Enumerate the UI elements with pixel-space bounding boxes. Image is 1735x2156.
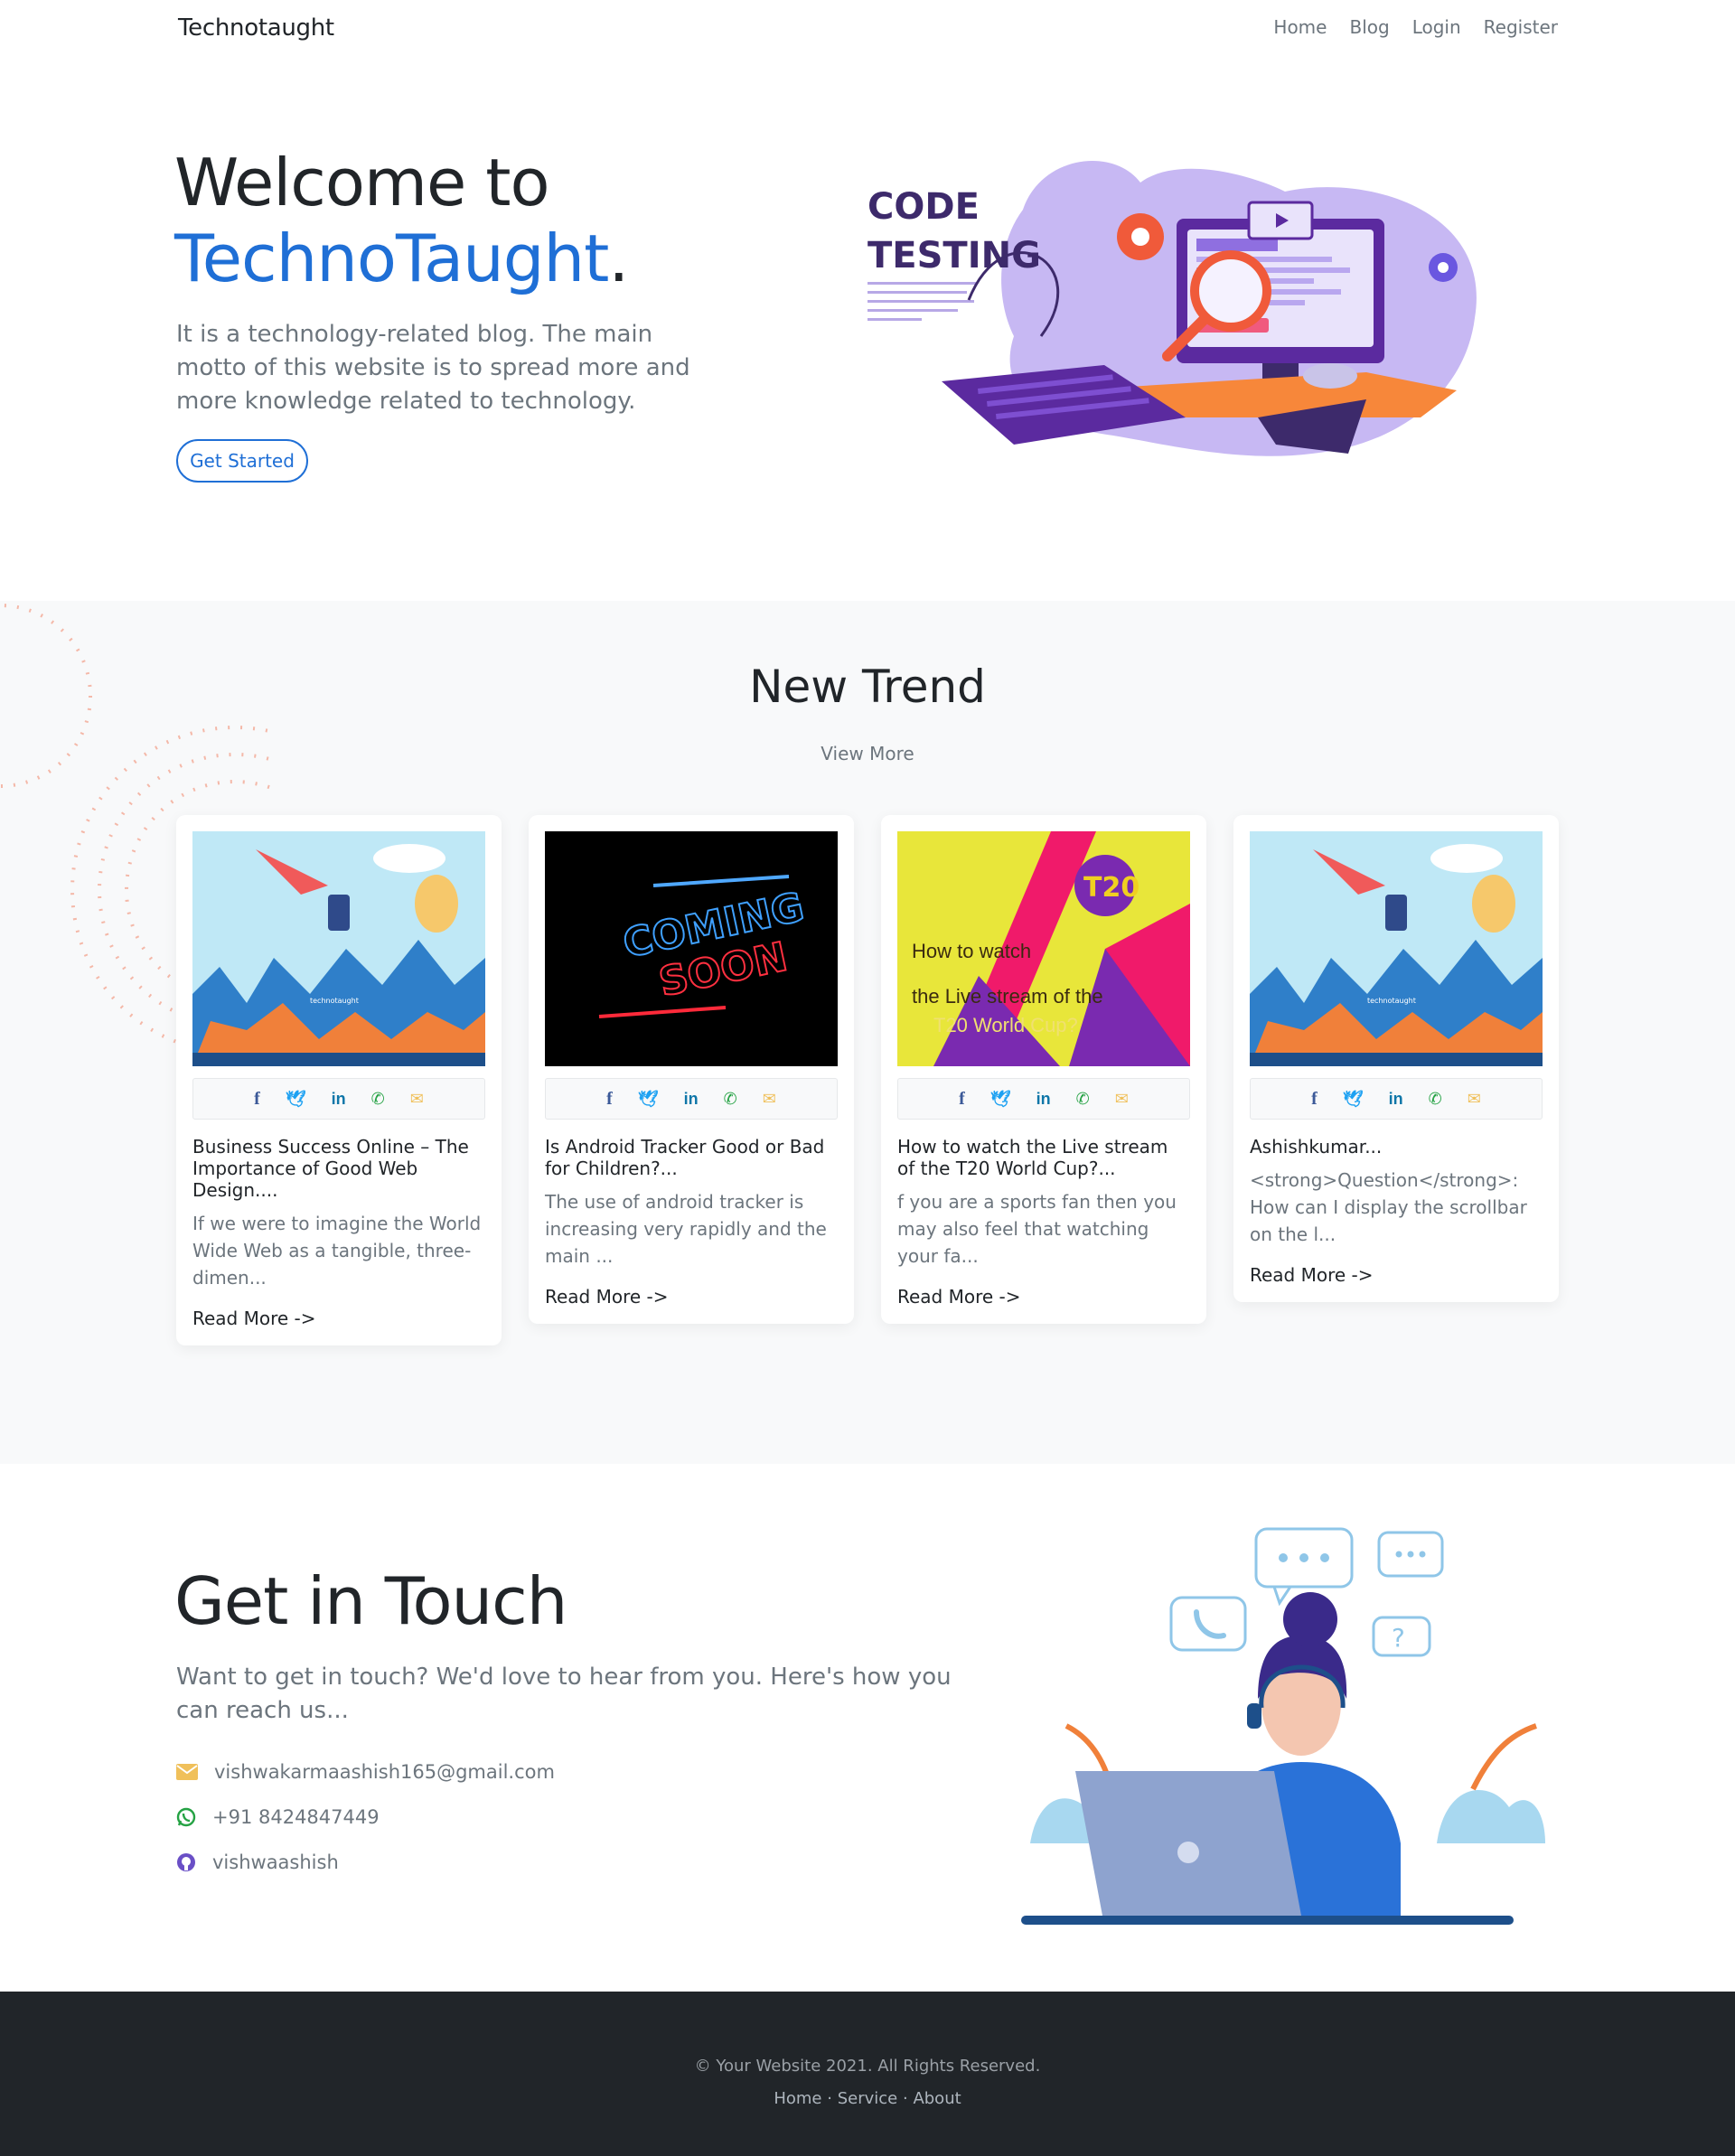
post-title[interactable]: Is Android Tracker Good or Bad for Child…: [545, 1136, 838, 1179]
support-agent-illustration: ?: [1003, 1518, 1563, 1934]
contact-email-row: vishwakarmaashish165@gmail.com: [176, 1761, 555, 1783]
contact-phone[interactable]: +91 8424847449: [212, 1806, 380, 1828]
post-card: COMING SOON f 🕊︎ in ✆ ✉ Is Android Track…: [529, 815, 854, 1324]
whatsapp-icon[interactable]: ✆: [1429, 1090, 1442, 1109]
email-icon[interactable]: ✉: [1468, 1090, 1481, 1109]
read-more-link[interactable]: Read More ->: [897, 1286, 1190, 1308]
post-title[interactable]: How to watch the Live stream of the T20 …: [897, 1136, 1190, 1179]
whatsapp-icon[interactable]: ✆: [371, 1090, 385, 1109]
thumbnail-watermark: technotaught: [1367, 997, 1416, 1005]
hero-title: Welcome to TechnoTaught.: [174, 145, 629, 296]
new-trend-section: New Trend View More technotaught f 🕊︎ in…: [0, 601, 1735, 1464]
footer-service-link[interactable]: Service: [838, 2089, 898, 2108]
nav-links: Home Blog Login Register: [1273, 16, 1558, 38]
post-thumbnail[interactable]: T20 How to watch the Live stream of the …: [897, 831, 1190, 1066]
art-caption-code: CODE: [868, 186, 980, 228]
hero-title-dot: .: [608, 220, 629, 296]
post-thumbnail[interactable]: COMING SOON: [545, 831, 838, 1066]
hero-title-line1: Welcome to: [174, 145, 550, 220]
view-more-link[interactable]: View More: [0, 743, 1735, 764]
copyright-text: © Your Website 2021. All Rights Reserved…: [694, 2057, 1041, 2076]
get-started-button[interactable]: Get Started: [176, 439, 308, 483]
code-testing-illustration: CODE TESTING: [860, 155, 1493, 481]
footer: © Your Website 2021. All Rights Reserved…: [0, 1992, 1735, 2156]
read-more-link[interactable]: Read More ->: [1250, 1264, 1543, 1286]
linkedin-icon[interactable]: in: [332, 1090, 346, 1109]
section-title-new-trend: New Trend: [749, 661, 986, 713]
post-card: technotaught f 🕊︎ in ✆ ✉ Ashishkumar... …: [1233, 815, 1559, 1302]
post-card: T20 How to watch the Live stream of the …: [881, 815, 1206, 1324]
hero-description: It is a technology-related blog. The mai…: [176, 321, 690, 415]
share-bar: f 🕊︎ in ✆ ✉: [897, 1078, 1190, 1120]
email-icon[interactable]: ✉: [1115, 1090, 1129, 1109]
post-excerpt: The use of android tracker is increasing…: [545, 1191, 827, 1267]
post-thumbnail[interactable]: technotaught: [192, 831, 485, 1066]
whatsapp-icon[interactable]: ✆: [1076, 1090, 1090, 1109]
whatsapp-icon[interactable]: ✆: [724, 1090, 737, 1109]
github-icon: [177, 1853, 195, 1871]
brand-logo[interactable]: Technotaught: [178, 14, 334, 42]
read-more-link[interactable]: Read More ->: [545, 1286, 838, 1308]
linkedin-icon[interactable]: in: [1389, 1090, 1403, 1109]
post-card: technotaught f 🕊︎ in ✆ ✉ Business Succes…: [176, 815, 502, 1345]
post-title[interactable]: Business Success Online – The Importance…: [192, 1136, 485, 1201]
share-bar: f 🕊︎ in ✆ ✉: [192, 1078, 485, 1120]
thumbnail-line2: the Live stream of the: [912, 985, 1103, 1008]
thumbnail-line1: How to watch: [912, 940, 1031, 962]
contact-description: Want to get in touch? We'd love to hear …: [176, 1664, 952, 1724]
contact-title: Get in Touch: [174, 1563, 567, 1639]
art-caption-testing: TESTING: [868, 235, 1041, 277]
share-bar: f 🕊︎ in ✆ ✉: [545, 1078, 838, 1120]
footer-separator: ·: [827, 2089, 832, 2108]
post-thumbnail[interactable]: technotaught: [1250, 831, 1543, 1066]
hero-title-brand: TechnoTaught: [174, 220, 609, 296]
navbar: Technotaught Home Blog Login Register: [0, 0, 1735, 58]
facebook-icon[interactable]: f: [606, 1089, 613, 1110]
nav-blog-link[interactable]: Blog: [1349, 16, 1389, 38]
contact-phone-row: +91 8424847449: [176, 1806, 380, 1828]
linkedin-icon[interactable]: in: [1036, 1090, 1051, 1109]
contact-github[interactable]: vishwaashish: [212, 1851, 339, 1873]
footer-about-link[interactable]: About: [913, 2089, 961, 2108]
post-excerpt: <strong>Question</strong>: How can I dis…: [1250, 1169, 1527, 1245]
twitter-icon[interactable]: 🕊︎: [638, 1090, 659, 1109]
read-more-link[interactable]: Read More ->: [192, 1308, 485, 1329]
post-excerpt: If we were to imagine the World Wide Web…: [192, 1213, 482, 1289]
thumbnail-watermark: technotaught: [310, 997, 359, 1005]
email-icon[interactable]: ✉: [763, 1090, 776, 1109]
share-bar: f 🕊︎ in ✆ ✉: [1250, 1078, 1543, 1120]
facebook-icon[interactable]: f: [254, 1089, 260, 1110]
facebook-icon[interactable]: f: [959, 1089, 965, 1110]
contact-github-row: vishwaashish: [176, 1851, 339, 1873]
email-icon[interactable]: ✉: [410, 1090, 424, 1109]
post-excerpt: f you are a sports fan then you may also…: [897, 1191, 1177, 1267]
footer-links: Home · Service · About: [0, 2089, 1735, 2108]
email-icon: [176, 1764, 198, 1780]
t20-badge: T20: [1083, 872, 1139, 904]
facebook-icon[interactable]: f: [1311, 1089, 1318, 1110]
twitter-icon[interactable]: 🕊︎: [1343, 1090, 1364, 1109]
footer-separator: ·: [902, 2089, 908, 2108]
twitter-icon[interactable]: 🕊︎: [990, 1090, 1011, 1109]
linkedin-icon[interactable]: in: [684, 1090, 699, 1109]
post-title[interactable]: Ashishkumar...: [1250, 1136, 1543, 1158]
whatsapp-icon: [176, 1807, 196, 1827]
nav-register-link[interactable]: Register: [1484, 16, 1558, 38]
thumbnail-line3: T20 World Cup?: [933, 1014, 1078, 1036]
svg-text:?: ?: [1392, 1623, 1405, 1653]
contact-email[interactable]: vishwakarmaashish165@gmail.com: [214, 1761, 555, 1783]
twitter-icon[interactable]: 🕊︎: [286, 1090, 306, 1109]
nav-home-link[interactable]: Home: [1273, 16, 1327, 38]
footer-home-link[interactable]: Home: [774, 2089, 821, 2108]
nav-login-link[interactable]: Login: [1412, 16, 1461, 38]
